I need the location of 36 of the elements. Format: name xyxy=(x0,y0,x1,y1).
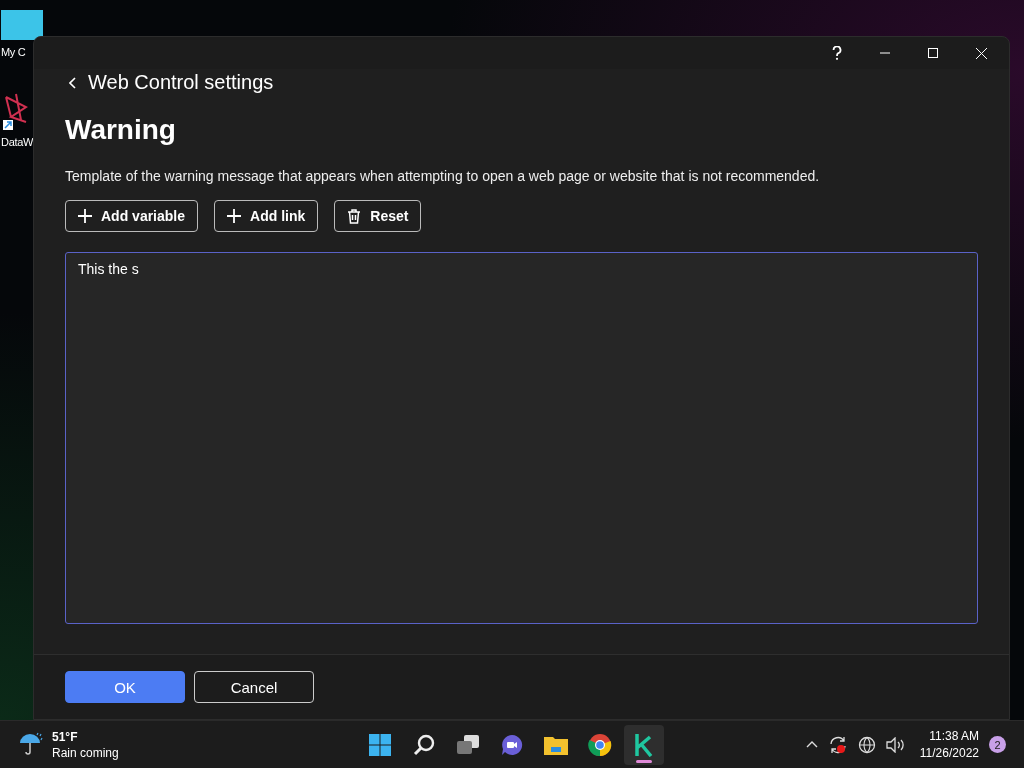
globe-icon[interactable] xyxy=(857,735,876,754)
notification-badge[interactable]: 2 xyxy=(989,736,1006,753)
weather-text: Rain coming xyxy=(52,745,119,760)
plus-icon xyxy=(78,209,92,223)
chevron-left-icon xyxy=(69,76,76,89)
browser-icon xyxy=(588,732,612,757)
description-text: Template of the warning message that appears when attempting to open a web page or website that is not recommended. xyxy=(65,168,821,184)
page-heading: Warning xyxy=(65,114,177,146)
cancel-button[interactable]: Cancel xyxy=(194,671,314,703)
reset-button[interactable]: Reset xyxy=(334,200,422,232)
rain-umbrella-icon[interactable] xyxy=(18,731,44,758)
temperature-text: 51°F xyxy=(52,729,79,744)
back-link[interactable]: Web Control settings xyxy=(69,71,274,94)
plus-icon xyxy=(227,209,242,223)
speaker-icon[interactable] xyxy=(885,736,906,753)
desktop-icon-label: My C xyxy=(1,46,26,58)
close-icon xyxy=(975,47,987,59)
trash-icon xyxy=(347,208,362,224)
ok-button[interactable]: OK xyxy=(65,671,185,703)
maximize-icon xyxy=(928,48,938,58)
add-button[interactable]: Add link xyxy=(214,200,319,232)
windows-stack-icon xyxy=(455,732,481,757)
video-chat-icon xyxy=(500,732,524,757)
start-icon xyxy=(368,732,392,757)
letter-k-icon xyxy=(633,732,655,757)
message-template-field[interactable]: This the s xyxy=(65,252,978,624)
chevron-up-icon[interactable] xyxy=(805,741,818,748)
clock-time[interactable]: 11:38 AM xyxy=(929,729,979,743)
help-icon xyxy=(832,46,842,60)
minimize-icon xyxy=(880,52,890,54)
desktop-icon-label: DataW xyxy=(1,136,34,148)
clock-date[interactable]: 11/26/2022 xyxy=(919,746,979,760)
sync-alert-icon[interactable] xyxy=(827,734,848,755)
taskbar-app[interactable] xyxy=(624,724,664,765)
search-icon xyxy=(412,732,436,757)
add-button[interactable]: Add variable xyxy=(65,200,199,232)
